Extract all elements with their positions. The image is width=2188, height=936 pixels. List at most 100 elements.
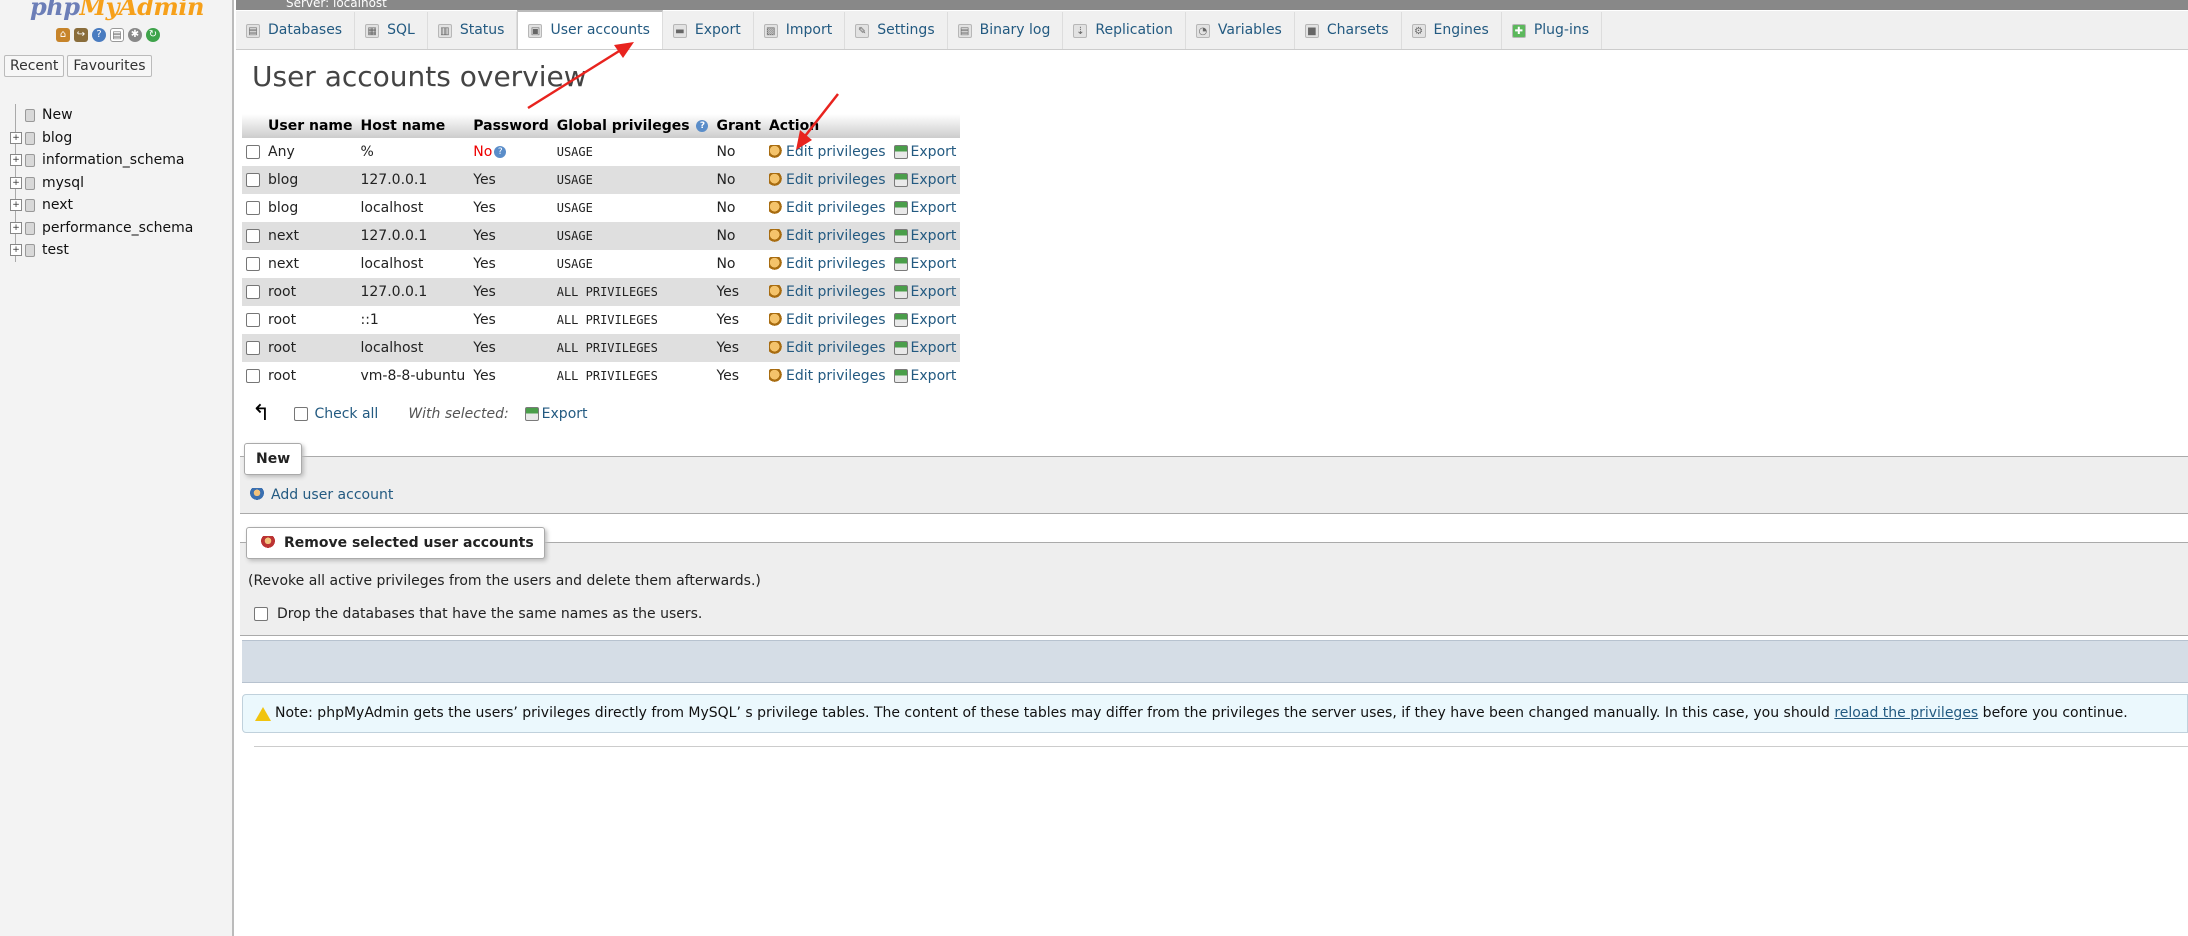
sql-icon: ▦ (365, 23, 380, 38)
row-checkbox[interactable] (246, 341, 260, 355)
divider (254, 746, 2188, 747)
check-all-checkbox[interactable] (294, 407, 309, 421)
edit-privileges-cell: Edit privileges (764, 334, 890, 362)
export-link[interactable]: Export (893, 200, 956, 216)
export-link[interactable]: Export (893, 256, 956, 272)
edit-privileges-icon (768, 145, 783, 159)
tab-user-accounts[interactable]: ▣ User accounts (517, 10, 663, 49)
user-name-cell: next (264, 222, 357, 250)
table-row: root vm-8-8-ubuntu Yes ALL PRIVILEGES Yes Edi… (242, 362, 961, 390)
tab-settings[interactable]: ✎ Settings (845, 12, 948, 49)
expand-icon[interactable]: + (10, 244, 22, 256)
user-accounts-body: Any% No? USAGE No Edit privileges Export blog 1… (242, 138, 961, 390)
reload-icon[interactable]: ↻ (146, 28, 160, 42)
expand-icon[interactable]: + (10, 176, 22, 189)
help-icon[interactable]: ? (696, 120, 709, 132)
remove-user-icon (261, 536, 275, 550)
edit-privileges-cell: Edit privileges (764, 194, 890, 222)
export-link[interactable]: Export (893, 340, 956, 356)
tree-item-new[interactable]: New (8, 104, 193, 127)
user-accounts-table: User name Host name Password Global priv… (242, 114, 961, 390)
tab-charsets[interactable]: ■ Charsets (1295, 12, 1402, 49)
phpmyadmin-logo[interactable]: phpMyAdmin (30, 0, 204, 21)
help-icon[interactable]: ? (494, 146, 507, 158)
row-checkbox[interactable] (246, 369, 260, 383)
export-link[interactable]: Export (893, 312, 956, 328)
tab-plug-ins[interactable]: ✚ Plug-ins (1502, 12, 1603, 49)
tab-variables[interactable]: ◔ Variables (1186, 12, 1295, 49)
export-link[interactable]: Export (893, 368, 956, 384)
row-checkbox[interactable] (246, 257, 260, 271)
expand-icon[interactable]: + (10, 131, 22, 144)
check-all-link[interactable]: Check all (314, 406, 378, 422)
edit-privileges-cell: Edit privileges (764, 278, 890, 306)
database-icon (25, 244, 35, 257)
row-checkbox[interactable] (246, 173, 260, 187)
edit-privileges-link[interactable]: Edit privileges (768, 312, 886, 328)
export-link[interactable]: Export (893, 172, 956, 188)
tree-item-blog[interactable]: + blog (8, 126, 193, 149)
tab-replication[interactable]: ⇣ Replication (1063, 12, 1186, 49)
tree-item-next[interactable]: + next (8, 194, 193, 217)
help-icon[interactable]: ? (92, 28, 106, 42)
expand-icon[interactable]: + (10, 221, 22, 234)
docs-icon[interactable]: ▤ (110, 28, 124, 42)
tab-export[interactable]: ▬ Export (663, 12, 754, 49)
edit-privileges-link[interactable]: Edit privileges (768, 284, 886, 300)
edit-privileges-link[interactable]: Edit privileges (768, 144, 886, 160)
server-breadcrumb-label[interactable]: Server: localhost (286, 0, 387, 9)
nav-tab-favourites[interactable]: Favourites (67, 55, 152, 77)
export-link[interactable]: Export (893, 228, 956, 244)
drop-databases-label[interactable]: Drop the databases that have the same na… (277, 606, 702, 622)
tree-item-test[interactable]: + test (8, 239, 193, 262)
privileges-note: Note: phpMyAdmin gets the users’ privile… (242, 694, 2188, 733)
row-checkbox[interactable] (246, 229, 260, 243)
tab-import[interactable]: ▧ Import (754, 12, 846, 49)
logout-icon[interactable]: ↪ (74, 28, 88, 42)
tree-item-performance-schema[interactable]: + performance_schema (8, 216, 193, 239)
arrow-ltr-icon: ↰ (252, 401, 271, 426)
global-privileges-cell: ALL PRIVILEGES (552, 334, 713, 362)
bulk-export-button[interactable]: Export (524, 406, 588, 422)
tab-engines[interactable]: ⚙ Engines (1402, 12, 1502, 49)
header-user-name[interactable]: User name (264, 114, 357, 138)
header-global-privileges[interactable]: Global privileges ? (552, 114, 713, 138)
edit-privileges-link[interactable]: Edit privileges (768, 172, 886, 188)
edit-privileges-link[interactable]: Edit privileges (768, 200, 886, 216)
edit-privileges-link[interactable]: Edit privileges (768, 340, 886, 356)
tab-binary-log[interactable]: ▤ Binary log (948, 12, 1064, 49)
global-privileges-cell: USAGE (552, 138, 713, 166)
tree-item-mysql[interactable]: + mysql (8, 171, 193, 194)
export-link[interactable]: Export (893, 144, 956, 160)
export-cell: Export (889, 334, 961, 362)
expand-icon[interactable]: + (10, 199, 22, 211)
reload-privileges-link[interactable]: reload the privileges (1834, 705, 1978, 721)
navigation-panel: phpMyAdmin ⌂ ↪ ? ▤ ✱ ↻ Recent Favourites… (0, 0, 234, 936)
row-checkbox[interactable] (246, 145, 260, 159)
tab-sql[interactable]: ▦ SQL (355, 12, 428, 49)
password-cell: No? (469, 138, 553, 166)
header-grant[interactable]: Grant (712, 114, 765, 138)
drop-databases-checkbox[interactable] (254, 607, 268, 621)
row-checkbox[interactable] (246, 285, 260, 299)
row-checkbox[interactable] (246, 313, 260, 327)
tab-status[interactable]: ▥ Status (428, 12, 518, 49)
gear-icon[interactable]: ✱ (128, 28, 142, 42)
tab-label: Databases (268, 22, 343, 38)
edit-privileges-link[interactable]: Edit privileges (768, 368, 886, 384)
header-password[interactable]: Password (469, 114, 553, 138)
host-name-cell: localhost (356, 334, 470, 362)
export-link[interactable]: Export (893, 284, 956, 300)
home-icon[interactable]: ⌂ (56, 28, 70, 42)
tree-item-information-schema[interactable]: + information_schema (8, 149, 193, 172)
row-checkbox[interactable] (246, 201, 260, 215)
tab-databases[interactable]: ▤ Databases (236, 12, 356, 49)
header-host-name[interactable]: Host name (356, 114, 470, 138)
expand-icon[interactable]: + (10, 154, 22, 166)
user-name-cell: root (264, 334, 357, 362)
edit-privileges-link[interactable]: Edit privileges (768, 228, 886, 244)
add-user-account-link[interactable]: Add user account (250, 487, 393, 503)
nav-tab-recent[interactable]: Recent (4, 55, 65, 77)
table-row: Any% No? USAGE No Edit privileges Export (242, 138, 961, 166)
edit-privileges-link[interactable]: Edit privileges (768, 256, 886, 272)
